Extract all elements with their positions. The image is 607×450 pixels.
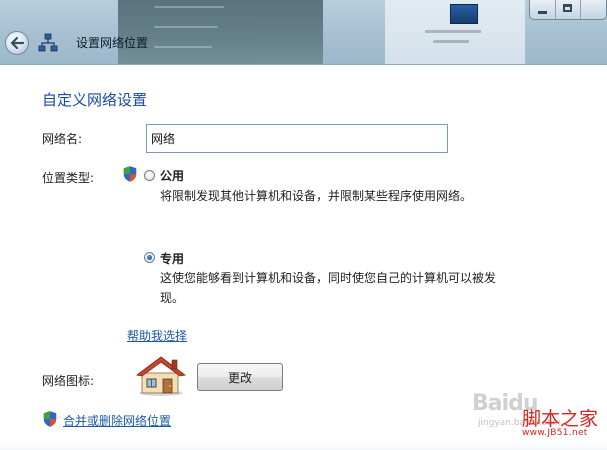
window-title: 设置网络位置 (76, 36, 149, 50)
network-name-label: 网络名: (42, 132, 83, 146)
title-bar: 设置网络位置 (0, 0, 607, 64)
back-button[interactable] (5, 31, 29, 55)
location-type-label: 位置类型: (42, 171, 95, 185)
arrow-left-icon (10, 37, 24, 49)
public-radio[interactable] (144, 170, 155, 181)
shield-icon (43, 411, 57, 427)
network-icon (38, 33, 58, 52)
public-option-description: 将限制发现其他计算机和设备，并限制某些程序使用网络。 (160, 189, 473, 203)
maximize-button[interactable] (556, 0, 582, 19)
window-controls (529, 0, 607, 20)
network-icon-label: 网络图标: (42, 374, 95, 388)
private-option-description: 这使您能够看到计算机和设备，同时使您自己的计算机可以被发现。 (160, 271, 497, 305)
page-title: 自定义网络设置 (42, 91, 148, 109)
private-radio[interactable] (144, 252, 155, 263)
private-option-title[interactable]: 专用 (160, 250, 184, 267)
background-window-blur (118, 0, 323, 64)
merge-delete-locations-link[interactable]: 合并或删除网络位置 (63, 412, 171, 429)
monitor-icon (450, 4, 478, 24)
radio-selected-dot (147, 255, 152, 260)
site-watermark: 脚本之家 (522, 408, 599, 430)
help-me-choose-link[interactable]: 帮助我选择 (127, 327, 187, 344)
public-option-title[interactable]: 公用 (160, 167, 184, 184)
close-button[interactable] (581, 0, 606, 19)
shield-icon (123, 166, 137, 182)
site-url-watermark: www.JB51.net (522, 428, 588, 438)
change-icon-button[interactable]: 更改 (197, 363, 283, 391)
house-icon (136, 356, 186, 396)
network-name-input[interactable] (146, 124, 448, 153)
minimize-button[interactable] (530, 0, 556, 19)
